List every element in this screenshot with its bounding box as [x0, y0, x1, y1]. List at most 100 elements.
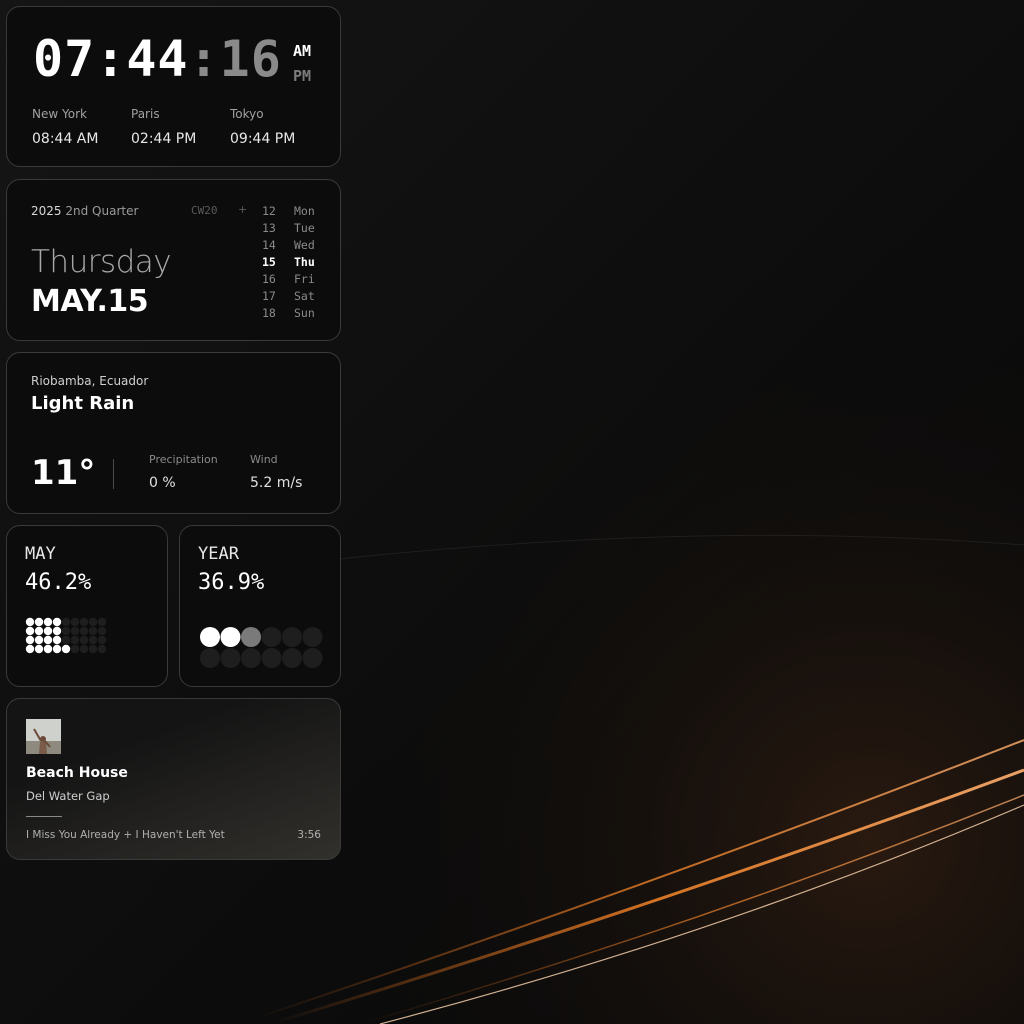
week-list: 12 Mon 13 Tue 14 Wed 15 Thu 16 Fri 17 Sat 18 Su… [262, 203, 315, 322]
year-dot-empty [261, 627, 282, 647]
month-dot-empty [97, 635, 107, 645]
year-dot-empty [282, 627, 302, 647]
clock-seconds: 16 [219, 30, 282, 88]
clock-hours: 07 [33, 30, 96, 88]
week-row: 17 Sat [262, 288, 315, 305]
year-dot-empty [261, 648, 282, 668]
track-duration: 3:56 [297, 829, 321, 841]
month-dot-empty [61, 635, 71, 645]
quarter-label: 2nd Quarter [65, 204, 139, 218]
week-day-number: 16 [262, 272, 276, 286]
month-dot-empty [79, 644, 89, 654]
year-dot-filled [241, 627, 261, 647]
year-dot-filled [200, 627, 220, 647]
year-dot-empty [200, 648, 220, 668]
track-artist: Beach House [26, 765, 128, 781]
year-dot-empty [282, 648, 302, 668]
weather-temperature: 11° [31, 453, 96, 493]
month-dot-filled [25, 635, 35, 645]
year-quarter: 2025 2nd Quarter [31, 204, 138, 218]
month-dot-filled [52, 626, 62, 636]
month-dot-filled [34, 635, 44, 645]
clock-separator: : [95, 30, 127, 88]
month-dot-filled [52, 644, 62, 654]
week-day-name: Thu [294, 255, 315, 269]
month-dot-empty [97, 644, 107, 654]
month-dot-empty [97, 617, 107, 627]
month-dot-filled [25, 644, 35, 654]
week-row: 14 Wed [262, 237, 315, 254]
zone-city-new-york: New York [32, 107, 87, 121]
week-day-number: 14 [262, 238, 276, 252]
month-dot-empty [79, 617, 89, 627]
week-row-today: 15 Thu [262, 254, 315, 271]
week-day-name: Sun [294, 306, 315, 320]
zone-city-tokyo: Tokyo [230, 107, 264, 121]
week-day-number: 12 [262, 204, 276, 218]
zone-time-new-york: 08:44 AM [32, 131, 99, 147]
week-day-name: Tue [294, 221, 315, 235]
pm-indicator: PM [293, 67, 312, 85]
precipitation-label: Precipitation [149, 453, 218, 466]
year-dot-empty [220, 648, 241, 668]
divider [113, 459, 114, 489]
zone-time-paris: 02:44 PM [131, 131, 197, 147]
year-label: 2025 [31, 204, 62, 218]
week-day-number: 18 [262, 306, 276, 320]
month-dot-filled [25, 617, 35, 627]
month-dot-filled [52, 617, 62, 627]
month-dot-empty [88, 617, 98, 627]
month-dot-empty [88, 644, 98, 654]
month-dot-filled [34, 644, 44, 654]
month-dot-empty [88, 635, 98, 645]
month-dot-filled [43, 626, 53, 636]
weather-location: Riobamba, Ecuador [31, 374, 149, 388]
track-album: Del Water Gap [26, 789, 110, 803]
date-widget: 2025 2nd Quarter CW20 + Thursday MAY.15 … [6, 179, 341, 341]
month-dot-filled [52, 635, 62, 645]
week-day-number: 15 [262, 255, 276, 269]
month-dot-filled [34, 617, 44, 627]
month-dot-filled [25, 626, 35, 636]
year-progress-dots [200, 627, 323, 668]
date-label: MAY.15 [31, 284, 149, 319]
month-dot-empty [88, 626, 98, 636]
month-dot-empty [79, 626, 89, 636]
month-progress-dots [25, 617, 107, 654]
weekday-name: Thursday [31, 244, 172, 280]
month-dot-empty [70, 617, 80, 627]
zone-city-paris: Paris [131, 107, 160, 121]
wind-value: 5.2 m/s [250, 475, 303, 491]
month-dot-empty [70, 644, 80, 654]
week-day-number: 17 [262, 289, 276, 303]
clock-widget: 07:44:16 AM PM New York 08:44 AM Paris 0… [6, 6, 341, 167]
am-indicator: AM [293, 42, 312, 60]
clock-minutes: 44 [126, 30, 189, 88]
week-day-name: Wed [294, 238, 315, 252]
week-row: 13 Tue [262, 220, 315, 237]
precipitation-value: 0 % [149, 475, 176, 491]
year-dot-filled [220, 627, 241, 647]
year-progress-widget: YEAR 36.9% [179, 525, 341, 687]
zone-time-tokyo: 09:44 PM [230, 131, 296, 147]
month-dot-empty [97, 626, 107, 636]
month-dot-filled [34, 626, 44, 636]
clock-separator-seconds: : [188, 30, 220, 88]
album-art[interactable] [26, 719, 61, 754]
week-row: 12 Mon [262, 203, 315, 220]
now-playing-widget[interactable]: Beach House Del Water Gap I Miss You Alr… [6, 698, 341, 860]
month-dot-empty [61, 626, 71, 636]
week-day-name: Sat [294, 289, 315, 303]
year-dot-empty [302, 648, 323, 668]
weather-condition: Light Rain [31, 393, 135, 414]
month-dot-filled [43, 644, 53, 654]
month-progress-widget: MAY 46.2% [6, 525, 168, 687]
week-row: 16 Fri [262, 271, 315, 288]
month-dot-filled [61, 644, 71, 654]
month-dot-empty [70, 635, 80, 645]
month-dot-empty [79, 635, 89, 645]
month-dot-filled [43, 617, 53, 627]
current-time: 07:44:16 [33, 29, 282, 89]
plus-icon: + [238, 203, 248, 216]
track-title: I Miss You Already + I Haven't Left Yet [26, 829, 225, 841]
